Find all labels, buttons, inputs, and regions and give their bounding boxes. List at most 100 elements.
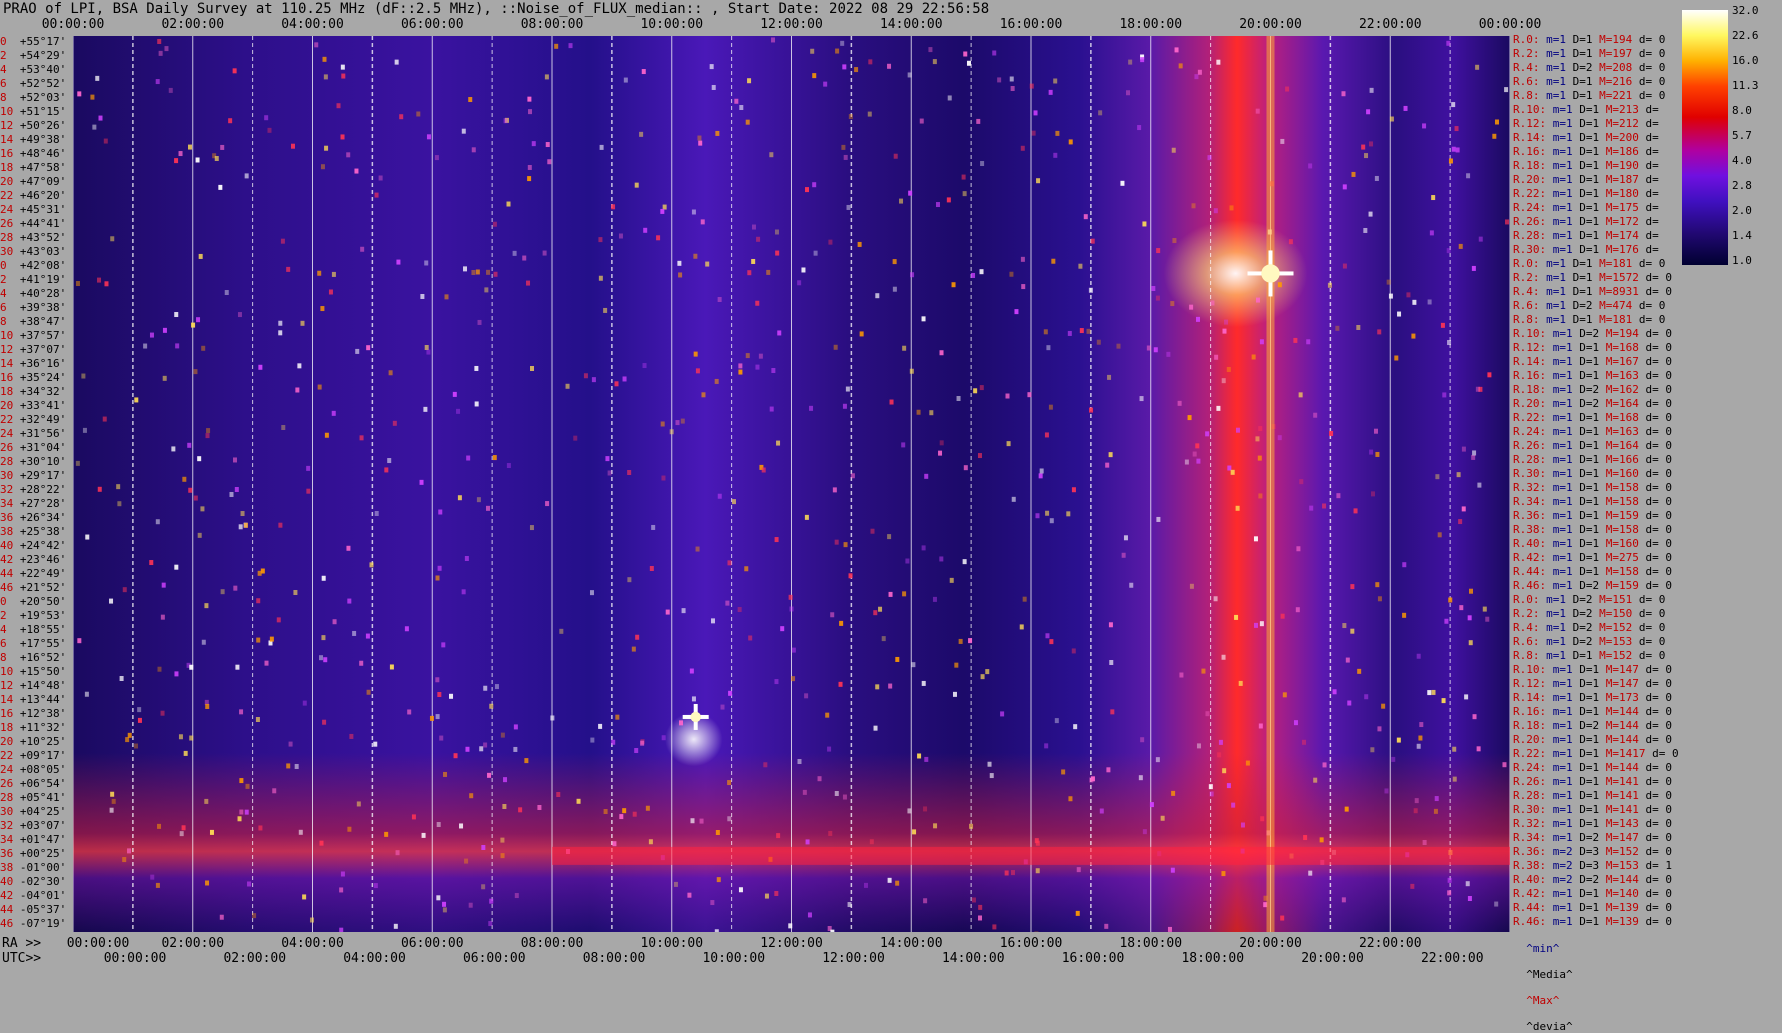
heatmap-speckle — [1328, 283, 1332, 288]
heatmap-speckle — [1214, 208, 1218, 213]
heatmap-speckle — [462, 129, 466, 134]
heatmap-speckle — [718, 297, 722, 302]
stats-median: D=2 — [1579, 397, 1599, 410]
heatmap-speckle — [1128, 60, 1132, 65]
stats-range-label: R.12: — [1513, 677, 1546, 690]
stats-row: R.14: m=1 D=1 M=200 d= — [1513, 132, 1659, 144]
heatmap-speckle — [1021, 146, 1025, 151]
dec-row-number: 28 — [0, 791, 13, 804]
stats-row: R.2: m=1 D=2 M=150 d= 0 — [1513, 608, 1665, 620]
heatmap-speckle — [727, 816, 731, 821]
heatmap-speckle — [771, 368, 775, 373]
stats-devia: d= — [1646, 229, 1659, 242]
stats-min: m=1 — [1553, 537, 1573, 550]
dec-value: +44°41' — [20, 217, 66, 230]
stats-row: R.28: m=1 D=1 M=141 d= 0 — [1513, 790, 1672, 802]
stats-row: R.12: m=1 D=1 M=147 d= 0 — [1513, 678, 1672, 690]
heatmap-speckle — [384, 832, 388, 837]
heatmap-speckle — [762, 467, 766, 472]
heatmap-speckle — [1227, 367, 1231, 372]
heatmap-speckle — [138, 718, 142, 723]
heatmap-speckle — [199, 254, 203, 259]
heatmap-speckle — [1222, 378, 1226, 383]
dec-row-number: 8 — [0, 91, 13, 104]
dec-row-number: 6 — [0, 637, 13, 650]
heatmap-speckle — [957, 396, 961, 401]
heatmap-speckle — [246, 784, 250, 789]
stats-median: D=1 — [1573, 33, 1593, 46]
heatmap-speckle — [642, 69, 646, 74]
heatmap-speckle — [692, 696, 696, 701]
dec-row-number: 30 — [0, 805, 13, 818]
stats-min: m=1 — [1553, 775, 1573, 788]
utc-tick-label: 12:00:00 — [822, 951, 885, 966]
heatmap-speckle — [766, 270, 770, 275]
stats-max: M=172 — [1606, 215, 1639, 228]
stats-devia: d= — [1646, 173, 1659, 186]
stats-range-label: R.38: — [1513, 859, 1546, 872]
stats-devia: d= 0 — [1646, 495, 1673, 508]
stats-max: M=180 — [1606, 187, 1639, 200]
stats-range-label: R.34: — [1513, 495, 1546, 508]
heatmap-speckle — [992, 50, 996, 55]
stats-max: M=141 — [1606, 789, 1639, 802]
heatmap-speckle — [329, 289, 333, 294]
heatmap-speckle — [1320, 837, 1324, 842]
stats-range-label: R.36: — [1513, 845, 1546, 858]
dec-row-number: 4 — [0, 63, 13, 76]
dec-row-number: 0 — [0, 35, 13, 48]
heatmap-speckle — [1147, 346, 1151, 351]
heatmap-speckle — [656, 235, 660, 240]
heatmap-speckle — [792, 648, 796, 653]
heatmap-speckle — [513, 251, 517, 256]
heatmap-speckle — [1423, 840, 1427, 845]
stats-devia: d= 0 — [1646, 537, 1673, 550]
declination-label: 18 +47°58' — [0, 162, 66, 173]
heatmap-speckle — [1256, 298, 1260, 303]
heatmap-speckle — [161, 615, 165, 620]
heatmap-speckle — [1217, 752, 1221, 757]
heatmap-speckle — [978, 453, 982, 458]
utc-tick-label: 04:00:00 — [343, 951, 406, 966]
heatmap-speckle — [1448, 878, 1452, 883]
heatmap-speckle — [662, 735, 666, 740]
heatmap-speckle — [1283, 692, 1287, 697]
stats-min: m=1 — [1553, 495, 1573, 508]
heatmap-speckle — [666, 610, 670, 615]
dec-value: +43°03' — [20, 245, 66, 258]
dec-row-number: 40 — [0, 539, 13, 552]
stats-median: D=1 — [1579, 677, 1599, 690]
heatmap-speckle — [830, 612, 834, 617]
heatmap-speckle — [1154, 347, 1158, 352]
heatmap-speckle — [1197, 743, 1201, 748]
stats-devia: d= 0 — [1646, 579, 1673, 592]
stats-median: D=1 — [1579, 817, 1599, 830]
dec-value: +31°56' — [20, 427, 66, 440]
heatmap-speckle — [1492, 134, 1496, 139]
stats-median: D=2 — [1573, 607, 1593, 620]
heatmap-speckle — [1051, 259, 1055, 264]
heatmap-speckle — [320, 306, 324, 311]
stats-range-label: R.44: — [1513, 901, 1546, 914]
heatmap-speckle — [245, 810, 249, 815]
utc-tick-label: 18:00:00 — [1181, 951, 1244, 966]
heatmap-speckle — [545, 501, 549, 506]
heatmap-speckle — [1322, 503, 1326, 508]
stats-range-label: R.14: — [1513, 131, 1546, 144]
stats-row: R.26: m=1 D=1 M=141 d= 0 — [1513, 776, 1672, 788]
stats-min: m=1 — [1553, 481, 1573, 494]
heatmap-speckle — [238, 312, 242, 317]
heatmap-speckle — [347, 827, 351, 832]
stats-min: m=2 — [1553, 845, 1573, 858]
stats-max: M=173 — [1606, 691, 1639, 704]
heatmap-speckle — [1387, 280, 1391, 285]
dec-row-number: 12 — [0, 119, 13, 132]
stats-range-label: R.18: — [1513, 719, 1546, 732]
heatmap-speckle — [339, 887, 343, 892]
heatmap-speckle — [1278, 435, 1282, 440]
stats-median: D=1 — [1579, 439, 1599, 452]
heatmap-speckle — [300, 321, 304, 326]
stats-range-label: R.10: — [1513, 663, 1546, 676]
stats-row: R.44: m=1 D=1 M=158 d= 0 — [1513, 566, 1672, 578]
heatmap-speckle — [281, 239, 285, 244]
